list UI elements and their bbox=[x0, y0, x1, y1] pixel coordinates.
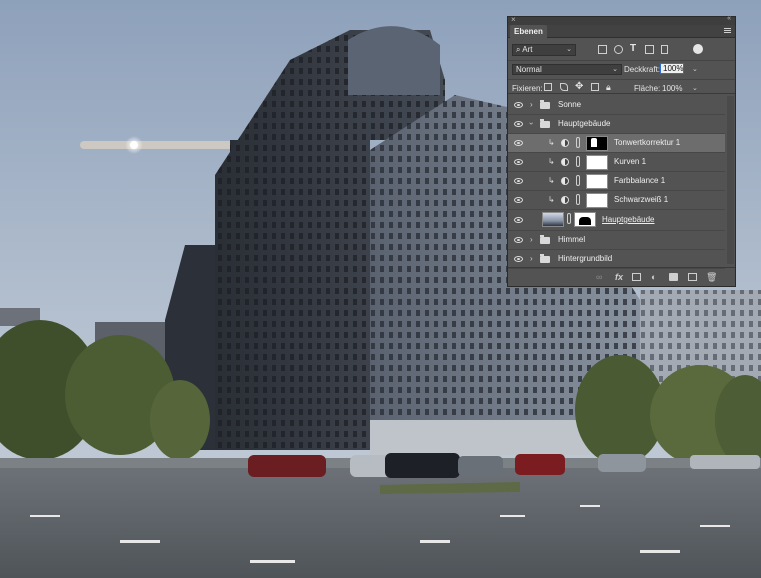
lock-label: Fixieren: bbox=[512, 84, 543, 93]
lock-row: Fixieren: ✥ 🔒︎ Fläche: 100% ⌄ bbox=[508, 79, 735, 94]
layer-row[interactable]: › Himmel bbox=[508, 231, 725, 250]
link-icon[interactable] bbox=[576, 156, 580, 167]
panel-titlebar: × « bbox=[508, 15, 735, 25]
chevron-right-icon[interactable]: › bbox=[530, 235, 533, 244]
folder-icon bbox=[540, 235, 550, 244]
clipping-arrow-icon: ↳ bbox=[548, 195, 555, 204]
link-icon[interactable] bbox=[576, 194, 580, 205]
layers-scrollbar[interactable] bbox=[727, 96, 734, 264]
layer-row[interactable]: ↳ Kurven 1 bbox=[508, 153, 725, 172]
layer-row[interactable]: › Hauptgebäude bbox=[508, 115, 725, 134]
layer-name: Hauptgebäude bbox=[602, 215, 655, 224]
search-icon: ⌕ bbox=[516, 45, 521, 54]
layer-row-selected[interactable]: ↳ Tonwertkorrektur 1 bbox=[508, 134, 725, 153]
link-icon[interactable] bbox=[576, 175, 580, 186]
panel-tab-row: Ebenen bbox=[508, 25, 735, 38]
fill-chevron-icon[interactable]: ⌄ bbox=[692, 84, 698, 92]
filter-kind-value: Art bbox=[522, 45, 533, 54]
layer-name: Farbbalance 1 bbox=[614, 176, 666, 185]
blend-mode-select[interactable]: Normal ⌄ bbox=[512, 64, 622, 75]
clipping-arrow-icon: ↳ bbox=[548, 138, 555, 147]
layers-list: › Sonne › Hauptgebäude ↳ Tonwertkorrektu… bbox=[508, 96, 735, 269]
layers-panel: × « Ebenen ⌕ Art ⌄ T Normal ⌄ Deckkraft:… bbox=[507, 15, 736, 287]
layer-name: Schwarzweiß 1 bbox=[614, 195, 669, 204]
close-icon[interactable]: × bbox=[511, 15, 516, 24]
layer-name: Kurven 1 bbox=[614, 157, 647, 166]
layer-name: Himmel bbox=[558, 235, 586, 244]
layer-thumbnail[interactable] bbox=[542, 212, 564, 227]
visibility-eye-icon[interactable] bbox=[514, 237, 523, 243]
visibility-eye-icon[interactable] bbox=[514, 178, 523, 184]
adjustment-layer-icon bbox=[561, 139, 569, 147]
filter-kind-select[interactable]: ⌕ Art ⌄ bbox=[512, 44, 576, 56]
visibility-eye-icon[interactable] bbox=[514, 102, 523, 108]
visibility-eye-icon[interactable] bbox=[514, 121, 523, 127]
fill-label: Fläche: bbox=[634, 84, 661, 93]
chevron-right-icon[interactable]: › bbox=[530, 254, 533, 263]
trash-icon[interactable]: 🗑︎ bbox=[706, 273, 717, 282]
adjustment-icon[interactable]: ◐ bbox=[651, 273, 656, 282]
layer-mask-thumbnail[interactable] bbox=[586, 155, 608, 170]
visibility-eye-icon[interactable] bbox=[514, 140, 523, 146]
text-filter-icon[interactable]: T bbox=[630, 43, 636, 54]
layer-mask-thumbnail[interactable] bbox=[586, 136, 608, 151]
folder-icon bbox=[540, 254, 550, 263]
tab-layers[interactable]: Ebenen bbox=[510, 25, 547, 38]
folder-icon bbox=[540, 100, 550, 109]
layer-row[interactable]: Hauptgebäude bbox=[508, 210, 725, 231]
layer-name: Hauptgebäude bbox=[558, 119, 611, 128]
smartobject-filter-icon[interactable] bbox=[661, 45, 668, 54]
lock-transparent-icon[interactable] bbox=[544, 83, 552, 91]
opacity-label: Deckkraft: bbox=[624, 65, 661, 74]
fill-input[interactable]: 100% bbox=[662, 84, 682, 93]
chevron-down-icon: ⌄ bbox=[612, 66, 618, 73]
chevron-down-icon: ⌄ bbox=[566, 46, 572, 53]
panel-bottom-toolbar: ∞ fx ◐ 🗑︎ bbox=[508, 267, 735, 287]
lock-artboard-icon[interactable] bbox=[591, 83, 599, 91]
chevron-right-icon[interactable]: › bbox=[530, 100, 533, 109]
filter-toggle-icon[interactable] bbox=[693, 44, 703, 54]
shape-filter-icon[interactable] bbox=[645, 45, 654, 54]
opacity-chevron-icon[interactable]: ⌄ bbox=[692, 65, 698, 73]
chevron-down-icon[interactable]: › bbox=[527, 122, 536, 125]
new-layer-icon[interactable] bbox=[688, 273, 697, 281]
filter-row: ⌕ Art ⌄ T bbox=[508, 41, 735, 58]
lock-pixels-icon[interactable] bbox=[560, 83, 568, 91]
lock-all-icon[interactable]: 🔒︎ bbox=[606, 82, 611, 93]
layer-name: Tonwertkorrektur 1 bbox=[614, 138, 681, 147]
link-icon[interactable]: ∞ bbox=[596, 273, 602, 282]
link-icon[interactable] bbox=[576, 137, 580, 148]
adjustment-layer-icon bbox=[561, 158, 569, 166]
layer-mask-thumbnail[interactable] bbox=[586, 174, 608, 189]
visibility-eye-icon[interactable] bbox=[514, 217, 523, 223]
layer-name: Hintergrundbild bbox=[558, 254, 613, 263]
folder-icon bbox=[540, 119, 550, 128]
opacity-input[interactable]: 100% bbox=[660, 63, 684, 74]
folder-icon[interactable] bbox=[669, 273, 678, 281]
layer-row[interactable]: ↳ Farbbalance 1 bbox=[508, 172, 725, 191]
fx-icon[interactable]: fx bbox=[615, 273, 623, 282]
adjustment-filter-icon[interactable] bbox=[614, 45, 623, 54]
visibility-eye-icon[interactable] bbox=[514, 159, 523, 165]
layer-name: Sonne bbox=[558, 100, 582, 109]
collapse-icon[interactable]: « bbox=[727, 15, 731, 22]
layer-mask-thumbnail[interactable] bbox=[574, 212, 596, 227]
lock-position-icon[interactable]: ✥ bbox=[575, 81, 583, 92]
visibility-eye-icon[interactable] bbox=[514, 256, 523, 262]
layer-row[interactable]: › Sonne bbox=[508, 96, 725, 115]
adjustment-layer-icon bbox=[561, 177, 569, 185]
blend-mode-value: Normal bbox=[516, 65, 542, 74]
visibility-eye-icon[interactable] bbox=[514, 197, 523, 203]
layer-row[interactable]: ↳ Schwarzweiß 1 bbox=[508, 191, 725, 210]
adjustment-layer-icon bbox=[561, 196, 569, 204]
layer-mask-thumbnail[interactable] bbox=[586, 193, 608, 208]
panel-menu-icon[interactable] bbox=[724, 28, 731, 34]
mask-icon[interactable] bbox=[632, 273, 641, 281]
clipping-arrow-icon: ↳ bbox=[548, 157, 555, 166]
pixel-filter-icon[interactable] bbox=[598, 45, 607, 54]
link-icon[interactable] bbox=[567, 213, 571, 224]
blend-row: Normal ⌄ Deckkraft: 100% ⌄ bbox=[508, 60, 735, 76]
clipping-arrow-icon: ↳ bbox=[548, 176, 555, 185]
